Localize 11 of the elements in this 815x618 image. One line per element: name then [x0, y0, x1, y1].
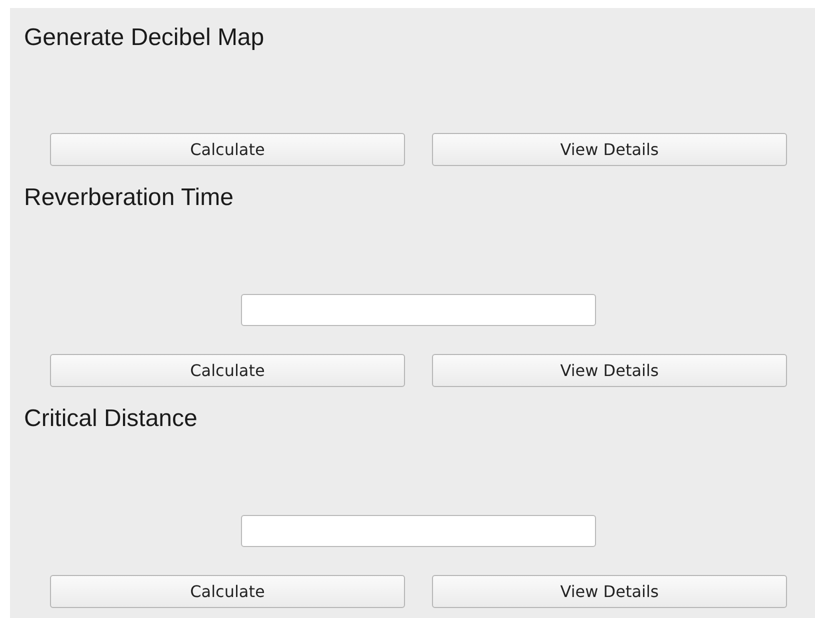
- input-field[interactable]: [241, 515, 596, 547]
- action-button[interactable]: Calculate: [50, 354, 405, 387]
- section-heading: Generate Decibel Map: [23, 23, 266, 53]
- action-button[interactable]: Calculate: [50, 575, 405, 608]
- action-button[interactable]: View Details: [432, 354, 787, 387]
- action-button[interactable]: View Details: [432, 133, 787, 166]
- action-button[interactable]: View Details: [432, 575, 787, 608]
- section-heading: Critical Distance: [23, 404, 198, 434]
- section-heading: Reverberation Time: [23, 183, 234, 213]
- action-button[interactable]: Calculate: [50, 133, 405, 166]
- input-field[interactable]: [241, 294, 596, 326]
